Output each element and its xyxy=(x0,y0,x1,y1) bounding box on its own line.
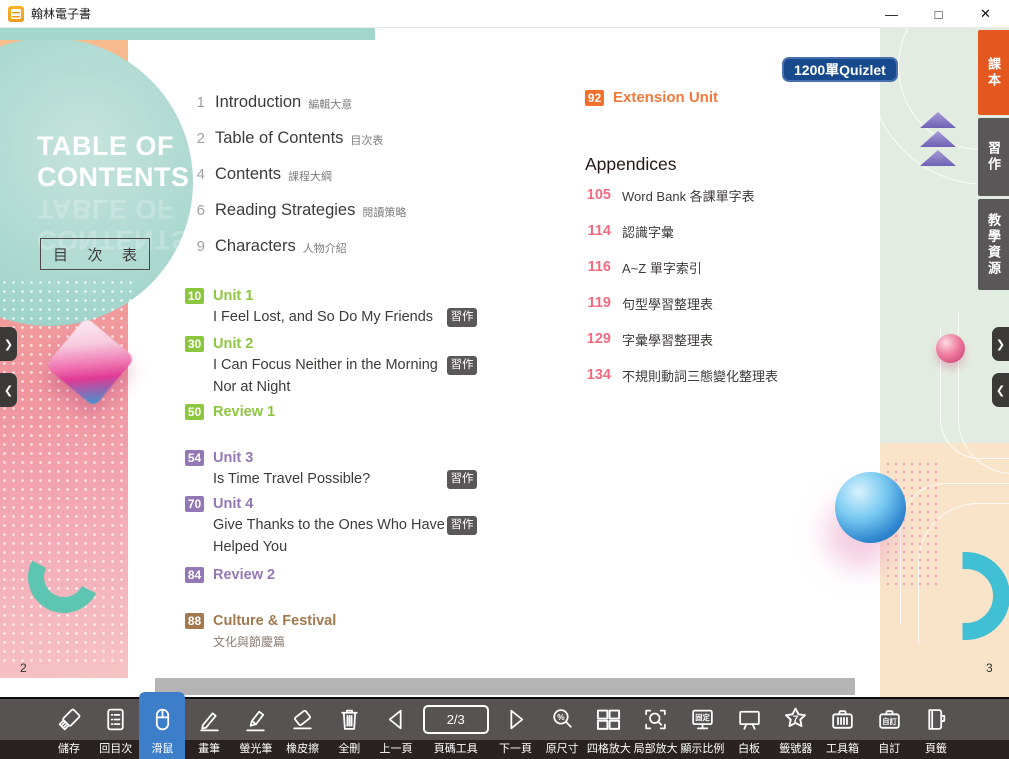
original-size-icon: % xyxy=(549,699,576,740)
pink-sphere-decoration xyxy=(936,334,965,363)
delete-all-button[interactable]: 全刪 xyxy=(326,699,372,759)
printed-page-number-right: 3 xyxy=(986,661,993,675)
appendix-entry[interactable]: 129字彙學習整理表 xyxy=(585,321,778,357)
cover-title-line2: CONTENTS xyxy=(37,162,177,193)
highlighter-tool-button[interactable]: 螢光筆 xyxy=(233,699,279,759)
toc-unit4-row[interactable]: 70 Unit 4 Give Thanks to the Ones Who Ha… xyxy=(185,494,505,558)
page-indicator[interactable]: 2/3 xyxy=(423,705,489,734)
maximize-button[interactable]: □ xyxy=(915,0,962,28)
toolbox-icon xyxy=(829,699,856,740)
workbook-badge[interactable]: 習作 xyxy=(447,470,477,489)
toc-culture-festival-row[interactable]: 88 Culture & Festival 文化與節慶篇 xyxy=(185,611,505,652)
quad-zoom-button[interactable]: 四格放大 xyxy=(586,699,632,759)
next-page-button[interactable]: 下一頁 xyxy=(492,699,538,759)
left-edge-forward-arrow[interactable]: ❯ xyxy=(0,327,17,361)
display-ratio-button[interactable]: 固定 顯示比例 xyxy=(679,699,725,759)
toc-entry[interactable]: 2Table of Contents目次表 xyxy=(185,120,406,156)
toc-unit3-row[interactable]: 54 Unit 3 Is Time Travel Possible? 習作 xyxy=(185,448,505,490)
svg-text:自訂: 自訂 xyxy=(882,717,897,726)
close-button[interactable]: ✕ xyxy=(962,0,1009,28)
workbook-badge[interactable]: 習作 xyxy=(447,516,477,535)
svg-text:7: 7 xyxy=(793,714,799,725)
toc-unit1-row[interactable]: 10 Unit 1 I Feel Lost, and So Do My Frie… xyxy=(185,286,505,328)
toc-entry[interactable]: 1Introduction編輯大意 xyxy=(185,84,406,120)
page-number-tool[interactable]: 2/3 頁碼工具 xyxy=(420,699,492,759)
eraser-tool-button[interactable]: 橡皮擦 xyxy=(280,699,326,759)
appendix-entry[interactable]: 105Word Bank 各課單字表 xyxy=(585,177,778,213)
bottom-toolbar: 儲存 回目次 滑鼠 畫筆 螢光筆 橡皮擦 全刪 上一頁 xyxy=(0,697,1009,759)
cover-title-line1: TABLE OF xyxy=(37,131,177,162)
page-tab-icon xyxy=(922,699,949,740)
number-picker-button[interactable]: 7 籤號器 xyxy=(773,699,819,759)
workbook-badge[interactable]: 習作 xyxy=(447,356,477,375)
usb-save-icon xyxy=(56,699,83,740)
appendix-entry[interactable]: 134不規則動詞三態變化整理表 xyxy=(585,357,778,393)
tab-workbook[interactable]: 習作 xyxy=(978,118,1009,196)
original-size-button[interactable]: % 原尺寸 xyxy=(539,699,585,759)
side-tab-strip: 課本 習作 教學資源 xyxy=(978,30,1009,293)
custom-toolbox-icon: 自訂 xyxy=(876,699,903,740)
pen-icon xyxy=(196,699,223,740)
purple-triangles-decoration xyxy=(920,112,956,169)
mouse-icon xyxy=(149,699,176,740)
whiteboard-icon xyxy=(736,699,763,740)
back-to-toc-button[interactable]: 回目次 xyxy=(93,699,139,759)
tab-teaching-resources[interactable]: 教學資源 xyxy=(978,199,1009,290)
workbook-badge[interactable]: 習作 xyxy=(447,308,477,327)
save-button[interactable]: 儲存 xyxy=(46,699,92,759)
toc-entry[interactable]: 9Characters人物介紹 xyxy=(185,228,406,264)
appendices-heading: Appendices xyxy=(585,154,676,175)
region-zoom-icon xyxy=(642,699,669,740)
number-picker-star-icon: 7 xyxy=(781,699,810,740)
horizontal-scrollbar[interactable] xyxy=(155,678,855,695)
prev-page-icon xyxy=(383,699,410,740)
toc-review1-row[interactable]: 50 Review 1 xyxy=(185,402,505,422)
custom-toolbox-button[interactable]: 自訂 自訂 xyxy=(866,699,912,759)
tab-textbook[interactable]: 課本 xyxy=(978,30,1009,115)
pen-tool-button[interactable]: 畫筆 xyxy=(186,699,232,759)
toc-list-icon xyxy=(102,699,129,740)
appendix-entry[interactable]: 114認識字彙 xyxy=(585,213,778,249)
window-titlebar: 翰林電子書 — □ ✕ xyxy=(0,0,1009,28)
quad-zoom-icon xyxy=(594,699,623,740)
toolbox-button[interactable]: 工具箱 xyxy=(820,699,866,759)
eraser-icon xyxy=(289,699,316,740)
next-page-icon xyxy=(502,699,529,740)
svg-text:固定: 固定 xyxy=(695,713,710,722)
appendix-entry[interactable]: 119句型學習整理表 xyxy=(585,285,778,321)
trash-icon xyxy=(336,699,363,740)
quizlet-1200-words-button[interactable]: 1200單Quizlet xyxy=(782,57,898,82)
cover-title-chinese-box: 目 次 表 xyxy=(40,238,150,270)
previous-page-button[interactable]: 上一頁 xyxy=(373,699,419,759)
blue-sphere-decoration xyxy=(835,472,906,543)
appendix-entry[interactable]: 116A~Z 單字索引 xyxy=(585,249,778,285)
printed-page-number-left: 2 xyxy=(20,661,27,675)
toc-entry[interactable]: 4Contents課程大綱 xyxy=(185,156,406,192)
highlighter-icon xyxy=(242,699,269,740)
region-zoom-button[interactable]: 局部放大 xyxy=(633,699,679,759)
minimize-button[interactable]: — xyxy=(868,0,915,28)
mouse-tool-button[interactable]: 滑鼠 xyxy=(139,692,185,759)
right-edge-back-arrow[interactable]: ❮ xyxy=(992,373,1009,407)
toc-unit2-row[interactable]: 30 Unit 2 I Can Focus Neither in the Mor… xyxy=(185,334,505,398)
toc-extension-unit-row[interactable]: 92 Extension Unit xyxy=(585,88,718,108)
left-edge-back-arrow[interactable]: ❮ xyxy=(0,373,17,407)
app-logo-icon xyxy=(8,6,24,22)
appendices-list: 105Word Bank 各課單字表 114認識字彙 116A~Z 單字索引 1… xyxy=(585,177,778,393)
toc-front-matter-list: 1Introduction編輯大意 2Table of Contents目次表 … xyxy=(185,84,406,264)
book-viewer: TABLE OF CONTENTS CONTENTS TABLE OF 目 次 … xyxy=(0,28,1009,697)
display-ratio-icon: 固定 xyxy=(689,699,716,740)
toc-entry[interactable]: 6Reading Strategies閱讀策略 xyxy=(185,192,406,228)
whiteboard-button[interactable]: 白板 xyxy=(726,699,772,759)
cover-title-english: TABLE OF CONTENTS xyxy=(37,131,177,193)
page-tab-button[interactable]: 頁籤 xyxy=(913,699,959,759)
svg-text:%: % xyxy=(557,712,565,722)
teal-top-strip xyxy=(0,28,375,40)
right-edge-forward-arrow[interactable]: ❯ xyxy=(992,327,1009,361)
toc-review2-row[interactable]: 84 Review 2 xyxy=(185,565,505,585)
window-title: 翰林電子書 xyxy=(31,5,91,22)
